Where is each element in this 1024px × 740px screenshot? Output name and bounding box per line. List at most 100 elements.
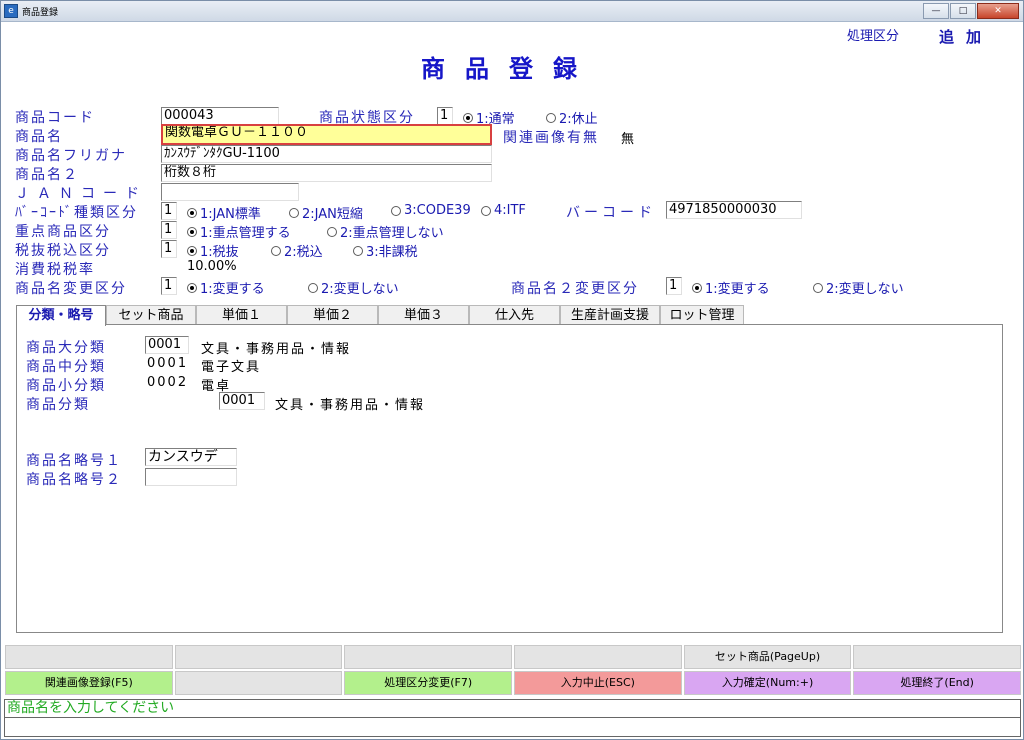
jan-code-label: ＪＡＮコード bbox=[15, 186, 147, 202]
radio-selected-icon bbox=[187, 207, 197, 218]
tab-set-products[interactable]: セット商品 bbox=[106, 305, 196, 325]
app-icon: e bbox=[4, 4, 18, 18]
tab-production-planning[interactable]: 生産計画支援 bbox=[560, 305, 660, 325]
product-name-input[interactable]: 関数電卓ＧＵ－１１００ bbox=[161, 124, 492, 145]
app-window: e 商品登録 — □ ✕ 処理区分 追加 商品登録 商品コード 000043 商… bbox=[0, 0, 1024, 740]
barcode-option-jan-short[interactable]: 2:JAN短縮 bbox=[289, 203, 363, 222]
tab-bar: 分類・略号 セット商品 単価１ 単価２ 単価３ 仕入先 生産計画支援 ロット管理 bbox=[16, 305, 744, 326]
change-process-mode-button[interactable]: 処理区分変更(F7) bbox=[344, 671, 513, 695]
fkey-2-2[interactable] bbox=[174, 671, 343, 695]
register-image-button[interactable]: 関連画像登録(F5) bbox=[5, 671, 173, 695]
name2-change-input[interactable]: 1 bbox=[666, 277, 682, 295]
minor-category-label: 商品小分類 bbox=[26, 378, 106, 394]
radio-label: 2:休止 bbox=[559, 112, 598, 127]
fkey-1-6[interactable] bbox=[853, 645, 1022, 669]
tab-price2[interactable]: 単価２ bbox=[287, 305, 378, 325]
abbreviation2-input[interactable] bbox=[145, 468, 237, 486]
cancel-input-button[interactable]: 入力中止(ESC) bbox=[514, 671, 682, 695]
related-image-value: 無 bbox=[621, 132, 635, 147]
minimize-icon[interactable]: — bbox=[923, 3, 949, 19]
product-code-label: 商品コード bbox=[15, 110, 95, 126]
process-mode-label: 処理区分 bbox=[847, 29, 900, 44]
radio-label: 1:変更する bbox=[200, 282, 265, 297]
radio-icon bbox=[327, 226, 337, 237]
minor-category-code: 0002 bbox=[147, 375, 189, 390]
radio-label: 3:非課税 bbox=[366, 245, 418, 260]
tax-type-input[interactable]: 1 bbox=[161, 240, 177, 258]
radio-selected-icon bbox=[187, 226, 197, 237]
furigana-input[interactable]: ｶﾝｽｳﾃﾞﾝﾀｸGU-1100 bbox=[161, 145, 492, 163]
priority-input[interactable]: 1 bbox=[161, 221, 177, 239]
name-change-input[interactable]: 1 bbox=[161, 277, 177, 295]
fkey-1-2[interactable] bbox=[174, 645, 343, 669]
window-controls: — □ ✕ bbox=[923, 3, 1019, 19]
name-change-option-no[interactable]: 2:変更しない bbox=[308, 278, 399, 297]
barcode-input[interactable]: 4971850000030 bbox=[666, 201, 802, 219]
exit-button[interactable]: 処理終了(End) bbox=[853, 671, 1022, 695]
product-status-input[interactable]: 1 bbox=[437, 107, 453, 125]
product-name2-label: 商品名２ bbox=[15, 167, 79, 183]
name2-change-option-yes[interactable]: 1:変更する bbox=[692, 278, 770, 297]
barcode-type-label: ﾊﾞｰｺｰﾄﾞ種類区分 bbox=[15, 205, 138, 221]
title-bar: e 商品登録 — □ ✕ bbox=[1, 1, 1023, 22]
barcode-type-input[interactable]: 1 bbox=[161, 202, 177, 220]
barcode-option-code39[interactable]: 3:CODE39 bbox=[391, 203, 471, 218]
radio-label: 1:JAN標準 bbox=[200, 207, 261, 222]
tab-price3[interactable]: 単価３ bbox=[378, 305, 469, 325]
classification-panel: 商品大分類 0001 文具・事務用品・情報 商品中分類 0001 電子文具 商品… bbox=[16, 324, 1003, 633]
abbreviation1-input[interactable]: カンスウデ bbox=[145, 448, 237, 466]
major-category-input[interactable]: 0001 bbox=[145, 336, 189, 354]
middle-category-label: 商品中分類 bbox=[26, 359, 106, 375]
maximize-icon[interactable]: □ bbox=[950, 3, 976, 19]
radio-label: 2:税込 bbox=[284, 245, 323, 260]
major-category-name: 文具・事務用品・情報 bbox=[201, 342, 352, 357]
confirm-input-button[interactable]: 入力確定(Num:+) bbox=[683, 671, 852, 695]
radio-selected-icon bbox=[463, 112, 473, 123]
barcode-option-itf[interactable]: 4:ITF bbox=[481, 203, 526, 218]
tab-classification[interactable]: 分類・略号 bbox=[16, 305, 106, 326]
priority-option-manage[interactable]: 1:重点管理する bbox=[187, 222, 291, 241]
product-name2-input[interactable]: 桁数８桁 bbox=[161, 164, 492, 182]
product-code-input[interactable]: 000043 bbox=[161, 107, 279, 125]
radio-label: 2:変更しない bbox=[826, 282, 904, 297]
radio-icon bbox=[271, 245, 281, 256]
radio-icon bbox=[289, 207, 299, 218]
tax-option-exempt[interactable]: 3:非課税 bbox=[353, 241, 418, 260]
priority-label: 重点商品区分 bbox=[15, 224, 111, 240]
priority-option-no-manage[interactable]: 2:重点管理しない bbox=[327, 222, 444, 241]
status-bar-secondary bbox=[4, 718, 1021, 737]
fkey-1-3[interactable] bbox=[344, 645, 513, 669]
barcode-option-jan-standard[interactable]: 1:JAN標準 bbox=[187, 203, 261, 222]
tab-suppliers[interactable]: 仕入先 bbox=[469, 305, 560, 325]
process-mode-value: 追加 bbox=[913, 23, 1021, 48]
radio-label: 4:ITF bbox=[494, 203, 526, 218]
radio-label: 1:変更する bbox=[705, 282, 770, 297]
middle-category-name: 電子文具 bbox=[201, 360, 262, 375]
function-key-bar: セット商品(PageUp) 関連画像登録(F5) 処理区分変更(F7) 入力中止… bbox=[5, 645, 1022, 697]
jan-code-input[interactable] bbox=[161, 183, 299, 201]
tab-price1[interactable]: 単価１ bbox=[196, 305, 287, 325]
fkey-1-1[interactable] bbox=[5, 645, 173, 669]
barcode-label: バーコード bbox=[566, 205, 656, 221]
tab-lot-management[interactable]: ロット管理 bbox=[660, 305, 744, 325]
radio-label: 2:変更しない bbox=[321, 282, 399, 297]
fkey-1-4[interactable] bbox=[514, 645, 682, 669]
radio-label: 1:重点管理する bbox=[200, 226, 291, 241]
radio-selected-icon bbox=[187, 245, 197, 256]
radio-icon bbox=[353, 245, 363, 256]
product-category-label: 商品分類 bbox=[26, 397, 90, 413]
window-title: 商品登録 bbox=[22, 8, 59, 18]
name-change-option-yes[interactable]: 1:変更する bbox=[187, 278, 265, 297]
tax-option-excluded[interactable]: 1:税抜 bbox=[187, 241, 239, 260]
tax-type-label: 税抜税込区分 bbox=[15, 243, 111, 259]
status-option-suspended[interactable]: 2:休止 bbox=[546, 108, 598, 127]
tax-option-included[interactable]: 2:税込 bbox=[271, 241, 323, 260]
radio-icon bbox=[546, 112, 556, 123]
product-category-input[interactable]: 0001 bbox=[219, 392, 265, 410]
name2-change-option-no[interactable]: 2:変更しない bbox=[813, 278, 904, 297]
name-change-label: 商品名変更区分 bbox=[15, 281, 127, 297]
status-message: 商品名を入力してください bbox=[4, 699, 1021, 718]
set-product-button[interactable]: セット商品(PageUp) bbox=[683, 645, 852, 669]
radio-label: 1:税抜 bbox=[200, 245, 239, 260]
close-icon[interactable]: ✕ bbox=[977, 3, 1019, 19]
